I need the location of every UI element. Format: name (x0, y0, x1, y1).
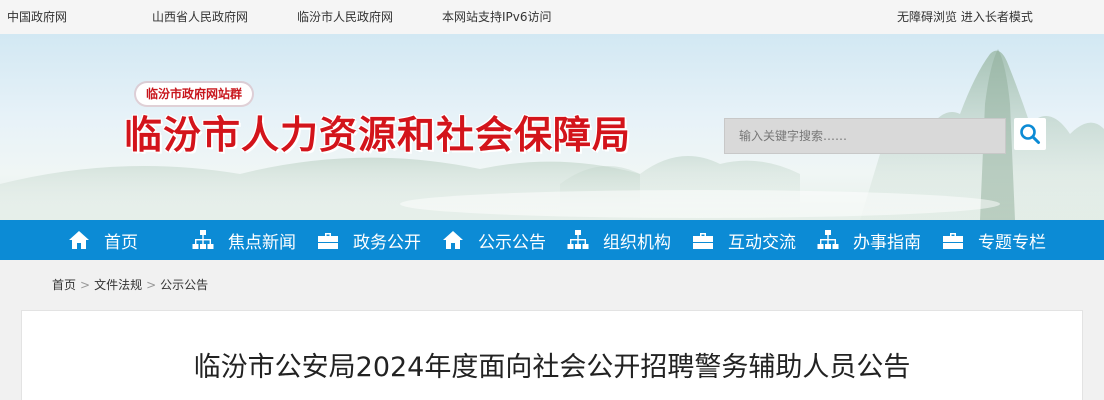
article-title: 临汾市公安局2024年度面向社会公开招聘警务辅助人员公告 (193, 352, 911, 383)
ipv6-support-text: 本网站支持IPv6访问 (442, 10, 552, 24)
breadcrumb-separator: > (80, 278, 91, 292)
breadcrumb-home[interactable]: 首页 (52, 278, 76, 292)
accessibility-links[interactable]: 无障碍浏览 进入长者模式 (897, 8, 1033, 25)
article-container: 临汾市公安局2024年度面向社会公开招聘警务辅助人员公告 (21, 310, 1083, 400)
nav-item-label: 办事指南 (853, 232, 921, 253)
nav-item-announcements[interactable]: 公示公告 (440, 220, 546, 260)
link-shanxi-gov[interactable]: 山西省人民政府网 (152, 8, 248, 25)
nav-item-label: 互动交流 (728, 232, 796, 253)
link-linfen-gov[interactable]: 临汾市人民政府网 (297, 8, 393, 25)
briefcase-icon (940, 227, 966, 253)
breadcrumb-announcements[interactable]: 公示公告 (160, 278, 208, 292)
main-nav: 首页 焦点新闻 政务公开 公示公告 组织机构 互动交流 办事指南 专题专栏 (0, 220, 1104, 260)
nav-item-guide[interactable]: 办事指南 (815, 220, 921, 260)
nav-item-gov-affairs[interactable]: 政务公开 (315, 220, 421, 260)
nav-item-label: 首页 (104, 232, 138, 253)
nav-item-label: 政务公开 (353, 232, 421, 253)
link-china-gov[interactable]: 中国政府网 (7, 8, 67, 25)
search-box (724, 118, 1006, 154)
sitemap-icon (815, 227, 841, 253)
breadcrumb: 首页 > 文件法规 > 公示公告 (52, 276, 208, 293)
nav-item-label: 焦点新闻 (228, 232, 296, 253)
search-input[interactable] (725, 119, 1005, 153)
home-icon (66, 227, 92, 253)
nav-item-interaction[interactable]: 互动交流 (690, 220, 796, 260)
breadcrumb-separator: > (146, 278, 157, 292)
briefcase-icon (690, 227, 716, 253)
briefcase-icon (315, 227, 341, 253)
sitemap-icon (565, 227, 591, 253)
nav-item-focus-news[interactable]: 焦点新闻 (190, 220, 296, 260)
search-button[interactable] (1014, 118, 1046, 150)
header-banner: 临汾市政府网站群 临汾市人力资源和社会保障局 (0, 34, 1104, 220)
nav-item-label: 公示公告 (478, 232, 546, 253)
home-icon (440, 227, 466, 253)
nav-item-home[interactable]: 首页 (66, 220, 138, 260)
nav-item-special-topics[interactable]: 专题专栏 (940, 220, 1046, 260)
sitemap-icon (190, 227, 216, 253)
search-icon (1020, 124, 1040, 144)
nav-item-label: 专题专栏 (978, 232, 1046, 253)
nav-item-label: 组织机构 (603, 232, 671, 253)
nav-item-organization[interactable]: 组织机构 (565, 220, 671, 260)
site-group-badge[interactable]: 临汾市政府网站群 (136, 83, 253, 105)
top-bar: 中国政府网 山西省人民政府网 临汾市人民政府网 本网站支持IPv6访问 无障碍浏… (0, 0, 1104, 34)
site-title: 临汾市人力资源和社会保障局 (124, 112, 632, 157)
breadcrumb-regulations[interactable]: 文件法规 (94, 278, 142, 292)
